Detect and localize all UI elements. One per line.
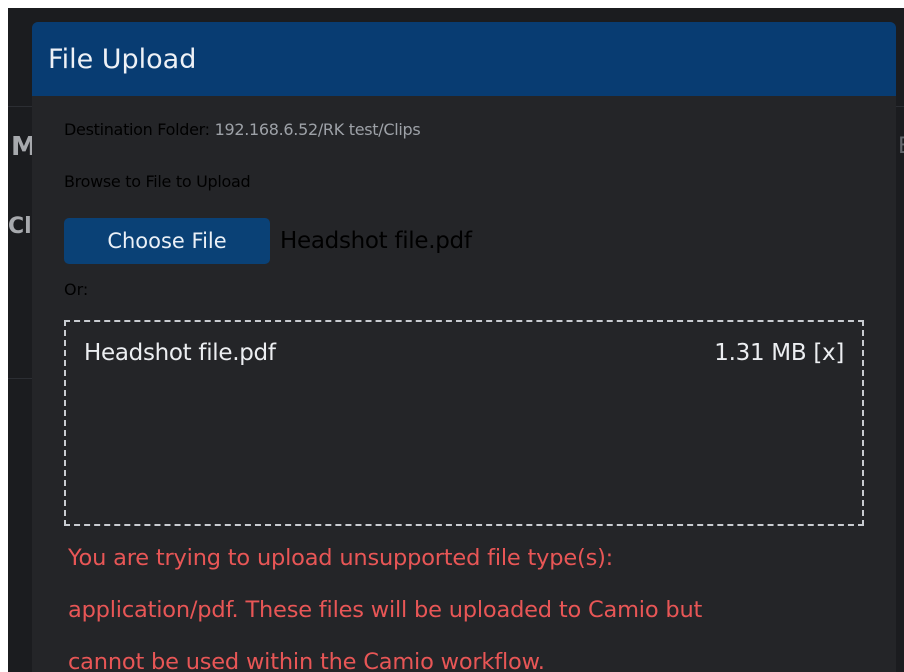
queued-file-size: 1.31 MB [714, 340, 807, 366]
destination-label: Destination Folder: [64, 120, 210, 139]
background-divider [896, 106, 904, 107]
dialog-title: File Upload [48, 43, 197, 75]
background-label-fragment: Cl [8, 214, 32, 239]
queued-file-item: Headshot file.pdf 1.31 MB [x] [84, 340, 844, 366]
destination-path: 192.168.6.52/RK test/Clips [214, 120, 421, 139]
destination-folder-row: Destination Folder: 192.168.6.52/RK test… [64, 120, 421, 139]
dialog-header: File Upload [32, 22, 896, 96]
or-label: Or: [64, 280, 89, 299]
queued-file-name: Headshot file.pdf [84, 340, 276, 366]
file-upload-dialog: File Upload Destination Folder: 192.168.… [32, 22, 896, 672]
file-drop-zone[interactable]: Headshot file.pdf 1.31 MB [x] [64, 320, 864, 526]
error-line: cannot be used within the Camio workflow… [68, 649, 545, 672]
queued-file-meta: 1.31 MB [x] [714, 340, 844, 366]
error-line: You are trying to upload unsupported fil… [68, 545, 614, 571]
choose-file-button[interactable]: Choose File [64, 218, 270, 264]
background-right-fragment: E [898, 134, 904, 159]
error-line: application/pdf. These files will be upl… [68, 597, 703, 623]
chosen-file-name: Headshot file.pdf [280, 228, 472, 254]
browse-label: Browse to File to Upload [64, 172, 251, 191]
file-chooser-row: Choose File Headshot file.pdf [64, 218, 472, 264]
remove-file-button[interactable]: [x] [813, 340, 844, 366]
unsupported-file-error: You are trying to upload unsupported fil… [68, 532, 868, 672]
